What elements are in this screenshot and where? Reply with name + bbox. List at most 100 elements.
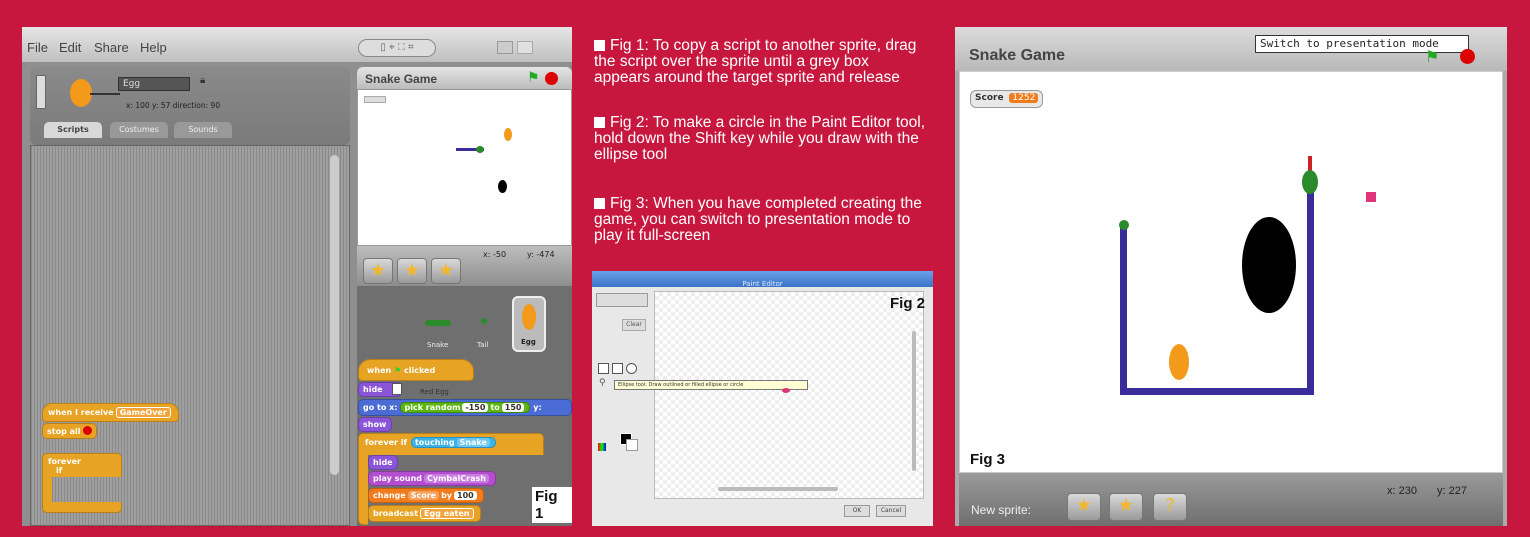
view-mode-icon[interactable] bbox=[497, 41, 513, 54]
paint-editor-title: Paint Editor bbox=[742, 280, 783, 288]
to-label: to bbox=[490, 403, 500, 412]
rotation-style-icons[interactable] bbox=[36, 75, 46, 109]
stop-sign-icon[interactable] bbox=[1460, 49, 1475, 64]
snake-vertical-left bbox=[1120, 223, 1127, 395]
variable-slot[interactable]: Score bbox=[407, 491, 440, 500]
touching-target[interactable]: Snake bbox=[456, 438, 490, 447]
menu-share[interactable]: Share bbox=[94, 40, 129, 55]
lock-icon[interactable]: 🔒︎ bbox=[200, 75, 205, 86]
menu-edit[interactable]: Edit bbox=[59, 40, 81, 55]
fig1-scratch-editor: File Edit Share Help ▯ ⌖ ⛶ ⌗ Egg 🔒︎ x: 1… bbox=[22, 27, 572, 526]
color-palette-icon[interactable] bbox=[598, 443, 606, 451]
tail-dot bbox=[1119, 220, 1129, 230]
clear-button[interactable]: Clear bbox=[622, 319, 646, 331]
stamp-tool-icon[interactable]: ⚲ bbox=[599, 378, 606, 388]
rectangle-tool-icon[interactable] bbox=[612, 363, 623, 374]
caption-fig1: Fig 1: To copy a script to another sprit… bbox=[594, 38, 929, 86]
tab-scripts[interactable]: Scripts bbox=[44, 122, 102, 138]
stage[interactable]: Score 1252 Fig 3 bbox=[959, 71, 1503, 473]
broadcast-message-slot[interactable]: Egg eaten bbox=[420, 508, 474, 519]
tab-costumes[interactable]: Costumes bbox=[110, 122, 168, 138]
message-slot[interactable]: GameOver bbox=[115, 407, 171, 418]
random-from-slot[interactable]: -150 bbox=[462, 403, 489, 412]
ellipse-tool-tooltip: Ellipse tool: Draw outlined or filled el… bbox=[614, 380, 808, 390]
brush-tool-icon[interactable] bbox=[598, 363, 609, 374]
caption-fig1-text: Fig 1: To copy a script to another sprit… bbox=[594, 37, 917, 86]
caption-fig3-text: Fig 3: When you have completed creating … bbox=[594, 195, 922, 244]
stage-footer: x: -50 y: -474 ★ ★ ★ bbox=[357, 246, 572, 286]
egg-thumb-icon bbox=[522, 304, 536, 330]
fig2-label: Fig 2 bbox=[890, 295, 926, 312]
sprite-name-field[interactable]: Egg bbox=[118, 77, 190, 91]
stage-header: Snake Game ⚑ bbox=[357, 67, 572, 89]
bullet-square-icon bbox=[594, 117, 605, 128]
choose-sprite-button[interactable]: ★ bbox=[1109, 493, 1143, 521]
when-i-receive-block[interactable]: when I receive GameOver bbox=[42, 403, 179, 422]
caption-fig3: Fig 3: When you have completed creating … bbox=[594, 196, 929, 244]
choose-sprite-button[interactable]: ★ bbox=[397, 258, 427, 284]
sprite-egg-thumb[interactable]: Egg bbox=[512, 296, 546, 352]
play-sound-label: play sound bbox=[373, 474, 422, 483]
sprite-info-text: x: 100 y: 57 direction: 90 bbox=[126, 101, 221, 110]
snake-thumb-icon bbox=[425, 320, 451, 326]
canvas-checker bbox=[655, 292, 923, 498]
view-mode-icon-2[interactable] bbox=[517, 41, 533, 54]
stop-all-block[interactable]: stop all bbox=[42, 423, 98, 439]
sound-slot[interactable]: CymbalCrash bbox=[424, 474, 489, 483]
stage-title: Snake Game bbox=[365, 72, 438, 86]
black-hole-sprite bbox=[498, 180, 507, 193]
play-sound-block[interactable]: play sound CymbalCrash bbox=[368, 471, 496, 486]
hide2-label: hide bbox=[373, 458, 393, 467]
pink-pickup bbox=[1366, 192, 1376, 202]
canvas-scrollbar[interactable] bbox=[912, 331, 916, 471]
sprite-snake-thumb[interactable] bbox=[423, 308, 453, 338]
random-to-slot[interactable]: 150 bbox=[501, 403, 525, 412]
change-score-block[interactable]: change Score by 100 bbox=[368, 488, 484, 503]
show-label: show bbox=[363, 420, 387, 429]
forever-if-label: forever if bbox=[365, 438, 407, 447]
paint-new-sprite-button[interactable]: ★ bbox=[363, 258, 393, 284]
stage[interactable] bbox=[357, 89, 572, 246]
amount-slot[interactable]: 100 bbox=[454, 491, 477, 500]
tab-sounds[interactable]: Sounds bbox=[174, 122, 232, 138]
touching-block[interactable]: touching Snake bbox=[410, 437, 496, 448]
surprise-sprite-button[interactable]: ★ bbox=[431, 258, 461, 284]
sprite-tail-label: Tail bbox=[477, 341, 489, 349]
paint-new-sprite-button[interactable]: ★ bbox=[1067, 493, 1101, 521]
background-color-swatch[interactable] bbox=[626, 439, 638, 451]
fig3-label: Fig 3 bbox=[970, 451, 1006, 468]
canvas[interactable] bbox=[654, 291, 924, 499]
mouse-x: x: -50 bbox=[483, 250, 507, 259]
when-flag-clicked-block[interactable]: when ⚑ clicked bbox=[358, 359, 474, 381]
ellipse-tool-icon[interactable] bbox=[626, 363, 637, 374]
scripts-scrollbar[interactable] bbox=[330, 155, 339, 475]
bullet-square-icon bbox=[594, 198, 605, 209]
undo-redo-buttons[interactable] bbox=[596, 293, 648, 307]
stop-icon bbox=[83, 426, 93, 435]
stop-sign-icon[interactable] bbox=[545, 72, 558, 85]
caption-fig2: Fig 2: To make a circle in the Paint Edi… bbox=[594, 115, 929, 163]
sprite-tooltip: Red Egg bbox=[420, 388, 449, 396]
surprise-sprite-button[interactable]: ? bbox=[1153, 493, 1187, 521]
green-flag-icon[interactable]: ⚑ bbox=[527, 70, 540, 86]
sprite-snake-label: Snake bbox=[427, 341, 449, 349]
menu-file[interactable]: File bbox=[27, 40, 48, 55]
forever-label: forever bbox=[48, 457, 81, 466]
pick-random-block[interactable]: pick random -150 to 150 bbox=[400, 402, 531, 413]
tool-buttons[interactable]: ▯ ⌖ ⛶ ⌗ bbox=[358, 39, 436, 57]
canvas-hscrollbar[interactable] bbox=[718, 487, 838, 491]
hide-block-2[interactable]: hide bbox=[368, 455, 398, 470]
green-flag-icon[interactable]: ⚑ bbox=[1425, 47, 1439, 66]
mouse-x: x: 230 bbox=[1387, 485, 1417, 497]
direction-line bbox=[90, 93, 120, 95]
tail-thumb-icon bbox=[481, 318, 487, 324]
show-block[interactable]: show bbox=[358, 417, 392, 432]
ok-button[interactable]: OK bbox=[844, 505, 870, 517]
cancel-button[interactable]: Cancel bbox=[876, 505, 906, 517]
broadcast-block[interactable]: broadcast Egg eaten bbox=[368, 505, 481, 522]
menu-help[interactable]: Help bbox=[140, 40, 167, 55]
paint-editor-titlebar: Paint Editor bbox=[592, 271, 933, 288]
black-hole bbox=[1242, 217, 1296, 313]
pick-random-label: pick random bbox=[404, 403, 461, 412]
go-to-block[interactable]: go to x: pick random -150 to 150 y: bbox=[358, 399, 572, 416]
